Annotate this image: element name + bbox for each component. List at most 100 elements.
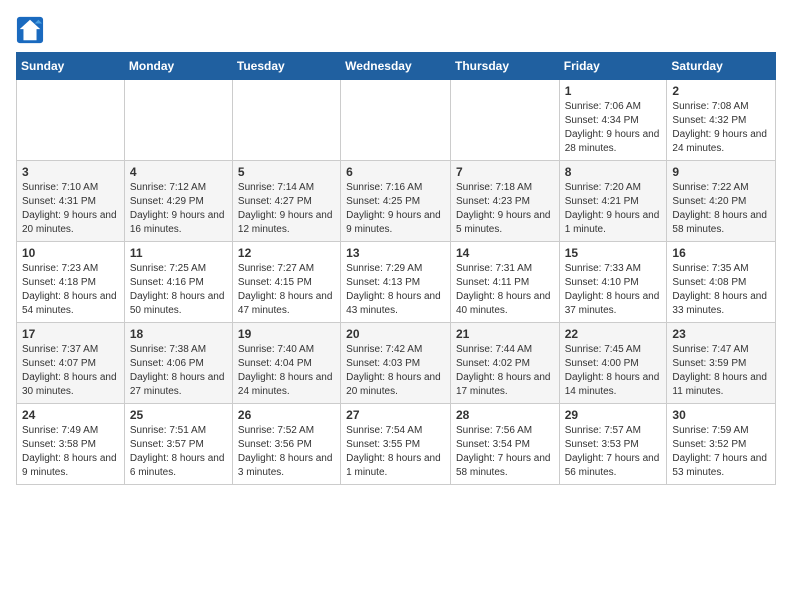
day-number: 13: [346, 246, 445, 260]
calendar-header-row: SundayMondayTuesdayWednesdayThursdayFrid…: [17, 53, 776, 80]
day-number: 15: [565, 246, 662, 260]
day-number: 22: [565, 327, 662, 341]
day-info: Sunrise: 7:18 AM Sunset: 4:23 PM Dayligh…: [456, 181, 554, 237]
calendar-table: SundayMondayTuesdayWednesdayThursdayFrid…: [16, 52, 776, 485]
day-number: 29: [565, 408, 662, 422]
day-info: Sunrise: 7:16 AM Sunset: 4:25 PM Dayligh…: [346, 181, 445, 237]
calendar-cell: 21 Sunrise: 7:44 AM Sunset: 4:02 PM Dayli…: [450, 323, 559, 404]
day-info: Sunrise: 7:22 AM Sunset: 4:20 PM Dayligh…: [672, 181, 770, 237]
day-number: 5: [238, 165, 335, 179]
calendar-cell: 20 Sunrise: 7:42 AM Sunset: 4:03 PM Dayli…: [341, 323, 451, 404]
calendar-cell: 26 Sunrise: 7:52 AM Sunset: 3:56 PM Dayli…: [232, 404, 340, 485]
day-info: Sunrise: 7:35 AM Sunset: 4:08 PM Dayligh…: [672, 262, 770, 318]
calendar-cell: 23 Sunrise: 7:47 AM Sunset: 3:59 PM Dayli…: [667, 323, 776, 404]
day-info: Sunrise: 7:49 AM Sunset: 3:58 PM Dayligh…: [22, 424, 119, 480]
calendar-cell: 7 Sunrise: 7:18 AM Sunset: 4:23 PM Daylig…: [450, 161, 559, 242]
day-info: Sunrise: 7:54 AM Sunset: 3:55 PM Dayligh…: [346, 424, 445, 480]
calendar-cell: [450, 80, 559, 161]
calendar-cell: 17 Sunrise: 7:37 AM Sunset: 4:07 PM Dayli…: [17, 323, 125, 404]
day-info: Sunrise: 7:20 AM Sunset: 4:21 PM Dayligh…: [565, 181, 662, 237]
day-info: Sunrise: 7:42 AM Sunset: 4:03 PM Dayligh…: [346, 343, 445, 399]
calendar-cell: 11Sunrise: 7:25 AM Sunset: 4:16 PM Dayli…: [124, 242, 232, 323]
day-number: 4: [130, 165, 227, 179]
day-number: 30: [672, 408, 770, 422]
day-info: Sunrise: 7:12 AM Sunset: 4:29 PM Dayligh…: [130, 181, 227, 237]
col-header-wednesday: Wednesday: [341, 53, 451, 80]
day-number: 16: [672, 246, 770, 260]
day-info: Sunrise: 7:23 AM Sunset: 4:18 PM Dayligh…: [22, 262, 119, 318]
day-number: 7: [456, 165, 554, 179]
day-number: 24: [22, 408, 119, 422]
day-number: 11: [130, 246, 227, 260]
calendar-week-2: 3Sunrise: 7:10 AM Sunset: 4:31 PM Daylig…: [17, 161, 776, 242]
calendar-cell: [232, 80, 340, 161]
day-number: 26: [238, 408, 335, 422]
day-info: Sunrise: 7:45 AM Sunset: 4:00 PM Dayligh…: [565, 343, 662, 399]
calendar-cell: 16 Sunrise: 7:35 AM Sunset: 4:08 PM Dayli…: [667, 242, 776, 323]
day-number: 25: [130, 408, 227, 422]
day-number: 1: [565, 84, 662, 98]
day-info: Sunrise: 7:56 AM Sunset: 3:54 PM Dayligh…: [456, 424, 554, 480]
calendar-cell: 14 Sunrise: 7:31 AM Sunset: 4:11 PM Dayli…: [450, 242, 559, 323]
day-info: Sunrise: 7:14 AM Sunset: 4:27 PM Dayligh…: [238, 181, 335, 237]
day-info: Sunrise: 7:10 AM Sunset: 4:31 PM Dayligh…: [22, 181, 119, 237]
calendar-week-5: 24 Sunrise: 7:49 AM Sunset: 3:58 PM Dayli…: [17, 404, 776, 485]
day-info: Sunrise: 7:38 AM Sunset: 4:06 PM Dayligh…: [130, 343, 227, 399]
day-number: 27: [346, 408, 445, 422]
day-number: 9: [672, 165, 770, 179]
calendar-cell: 24 Sunrise: 7:49 AM Sunset: 3:58 PM Dayli…: [17, 404, 125, 485]
calendar-week-4: 17 Sunrise: 7:37 AM Sunset: 4:07 PM Dayli…: [17, 323, 776, 404]
col-header-thursday: Thursday: [450, 53, 559, 80]
calendar-cell: 22 Sunrise: 7:45 AM Sunset: 4:00 PM Dayli…: [559, 323, 667, 404]
day-info: Sunrise: 7:31 AM Sunset: 4:11 PM Dayligh…: [456, 262, 554, 318]
calendar-cell: 12 Sunrise: 7:27 AM Sunset: 4:15 PM Dayli…: [232, 242, 340, 323]
day-number: 14: [456, 246, 554, 260]
col-header-friday: Friday: [559, 53, 667, 80]
calendar-cell: 2Sunrise: 7:08 AM Sunset: 4:32 PM Daylig…: [667, 80, 776, 161]
day-info: Sunrise: 7:52 AM Sunset: 3:56 PM Dayligh…: [238, 424, 335, 480]
day-info: Sunrise: 7:37 AM Sunset: 4:07 PM Dayligh…: [22, 343, 119, 399]
day-info: Sunrise: 7:08 AM Sunset: 4:32 PM Dayligh…: [672, 100, 770, 156]
calendar-cell: [124, 80, 232, 161]
calendar-cell: 8 Sunrise: 7:20 AM Sunset: 4:21 PM Daylig…: [559, 161, 667, 242]
day-number: 19: [238, 327, 335, 341]
calendar-cell: 28Sunrise: 7:56 AM Sunset: 3:54 PM Dayli…: [450, 404, 559, 485]
day-number: 12: [238, 246, 335, 260]
logo: [16, 16, 48, 44]
col-header-tuesday: Tuesday: [232, 53, 340, 80]
day-info: Sunrise: 7:51 AM Sunset: 3:57 PM Dayligh…: [130, 424, 227, 480]
calendar-cell: 15 Sunrise: 7:33 AM Sunset: 4:10 PM Dayli…: [559, 242, 667, 323]
calendar-cell: 9 Sunrise: 7:22 AM Sunset: 4:20 PM Daylig…: [667, 161, 776, 242]
calendar-cell: 19Sunrise: 7:40 AM Sunset: 4:04 PM Dayli…: [232, 323, 340, 404]
day-number: 8: [565, 165, 662, 179]
day-info: Sunrise: 7:44 AM Sunset: 4:02 PM Dayligh…: [456, 343, 554, 399]
calendar-cell: 27 Sunrise: 7:54 AM Sunset: 3:55 PM Dayli…: [341, 404, 451, 485]
calendar-cell: 3Sunrise: 7:10 AM Sunset: 4:31 PM Daylig…: [17, 161, 125, 242]
day-number: 21: [456, 327, 554, 341]
calendar-cell: 29Sunrise: 7:57 AM Sunset: 3:53 PM Dayli…: [559, 404, 667, 485]
calendar-cell: 30 Sunrise: 7:59 AM Sunset: 3:52 PM Dayli…: [667, 404, 776, 485]
calendar-week-1: 1Sunrise: 7:06 AM Sunset: 4:34 PM Daylig…: [17, 80, 776, 161]
calendar-cell: 4 Sunrise: 7:12 AM Sunset: 4:29 PM Daylig…: [124, 161, 232, 242]
calendar-cell: 6Sunrise: 7:16 AM Sunset: 4:25 PM Daylig…: [341, 161, 451, 242]
day-number: 23: [672, 327, 770, 341]
calendar-cell: 10 Sunrise: 7:23 AM Sunset: 4:18 PM Dayli…: [17, 242, 125, 323]
day-info: Sunrise: 7:59 AM Sunset: 3:52 PM Dayligh…: [672, 424, 770, 480]
day-info: Sunrise: 7:29 AM Sunset: 4:13 PM Dayligh…: [346, 262, 445, 318]
calendar-cell: 25 Sunrise: 7:51 AM Sunset: 3:57 PM Dayli…: [124, 404, 232, 485]
calendar-cell: [17, 80, 125, 161]
calendar-cell: 18 Sunrise: 7:38 AM Sunset: 4:06 PM Dayli…: [124, 323, 232, 404]
day-number: 10: [22, 246, 119, 260]
day-number: 18: [130, 327, 227, 341]
day-info: Sunrise: 7:33 AM Sunset: 4:10 PM Dayligh…: [565, 262, 662, 318]
calendar-cell: 1Sunrise: 7:06 AM Sunset: 4:34 PM Daylig…: [559, 80, 667, 161]
page-header: [16, 16, 776, 44]
day-number: 17: [22, 327, 119, 341]
calendar-cell: 13 Sunrise: 7:29 AM Sunset: 4:13 PM Dayli…: [341, 242, 451, 323]
calendar-cell: 5 Sunrise: 7:14 AM Sunset: 4:27 PM Daylig…: [232, 161, 340, 242]
day-info: Sunrise: 7:47 AM Sunset: 3:59 PM Dayligh…: [672, 343, 770, 399]
col-header-sunday: Sunday: [17, 53, 125, 80]
day-info: Sunrise: 7:27 AM Sunset: 4:15 PM Dayligh…: [238, 262, 335, 318]
day-number: 20: [346, 327, 445, 341]
col-header-monday: Monday: [124, 53, 232, 80]
